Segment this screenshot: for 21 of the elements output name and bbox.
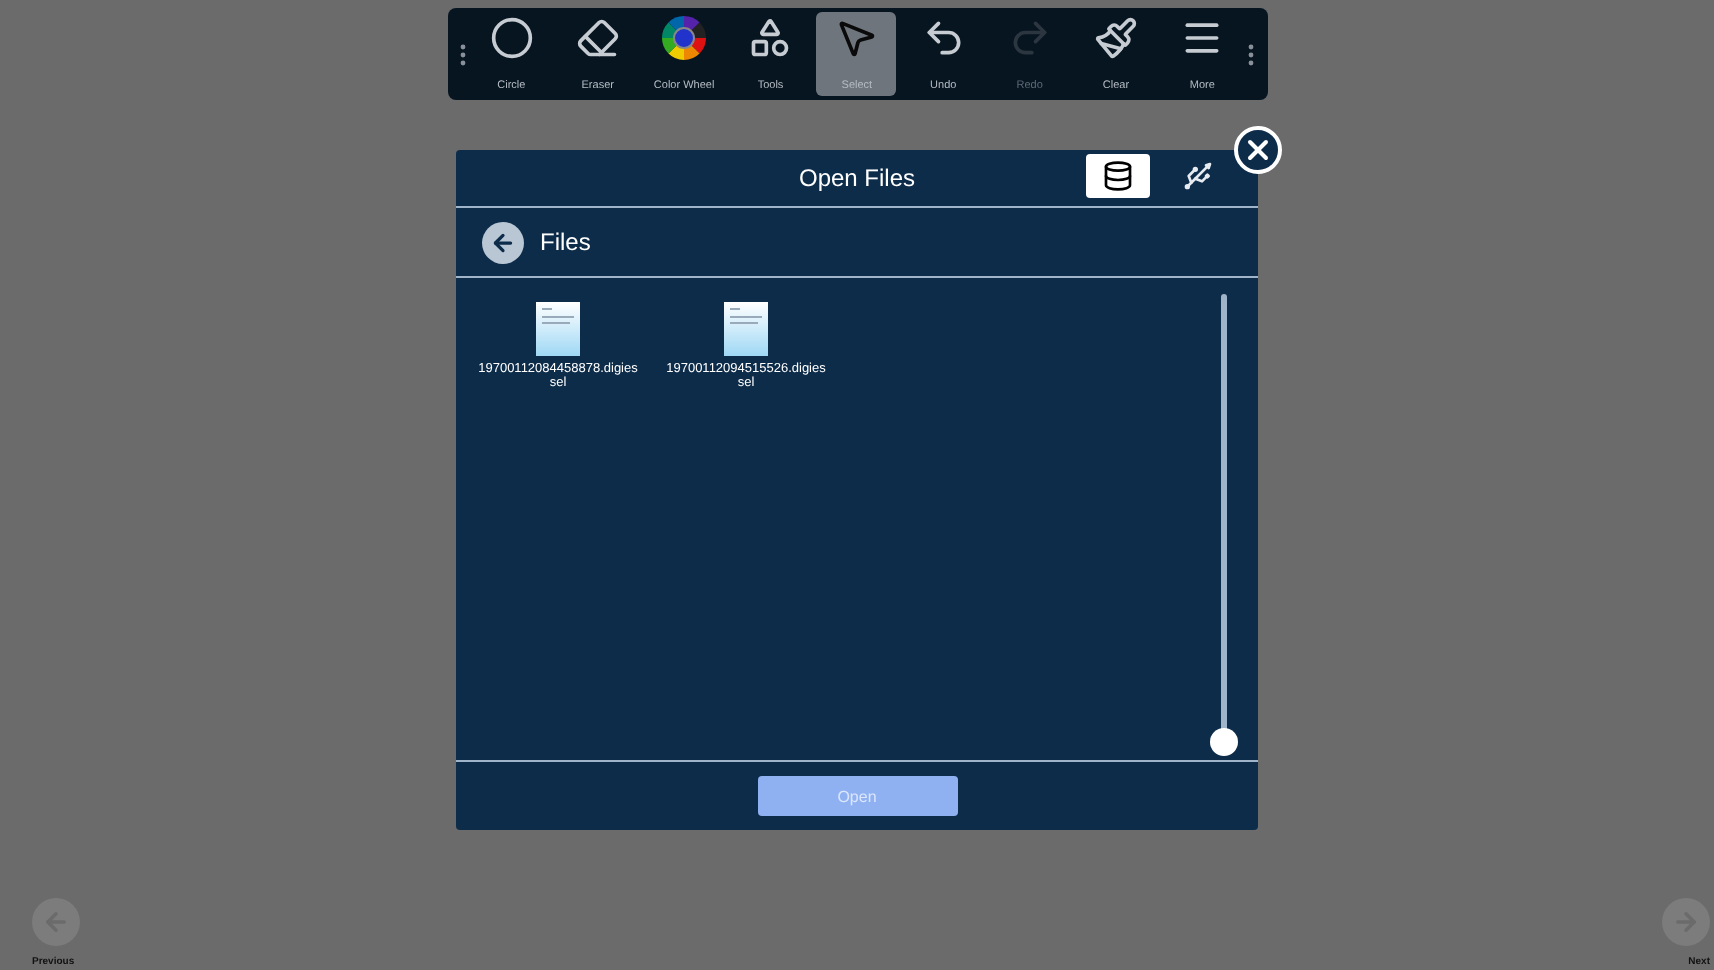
back-button[interactable] [482,221,524,263]
drag-handle-icon[interactable] [1248,43,1255,65]
scrollbar[interactable] [1210,294,1238,758]
document-icon [536,302,580,356]
brush-icon [1094,16,1138,60]
circle-icon [489,16,534,60]
usb-icon [1182,160,1214,192]
dialog-title: Open Files [798,164,916,192]
close-button[interactable] [1234,126,1282,174]
arrow-left-icon [490,229,516,255]
eraser-icon [575,16,620,60]
undo-icon [921,16,966,60]
document-icon [724,302,768,356]
color-wheel-icon [662,16,707,60]
database-icon [1102,160,1134,192]
drag-handle-icon[interactable] [459,43,465,65]
shapes-icon [748,16,793,60]
folder-name: Files [540,228,591,256]
database-tab[interactable] [1086,154,1150,198]
pointer-icon [834,16,879,60]
close-icon [1242,134,1274,166]
